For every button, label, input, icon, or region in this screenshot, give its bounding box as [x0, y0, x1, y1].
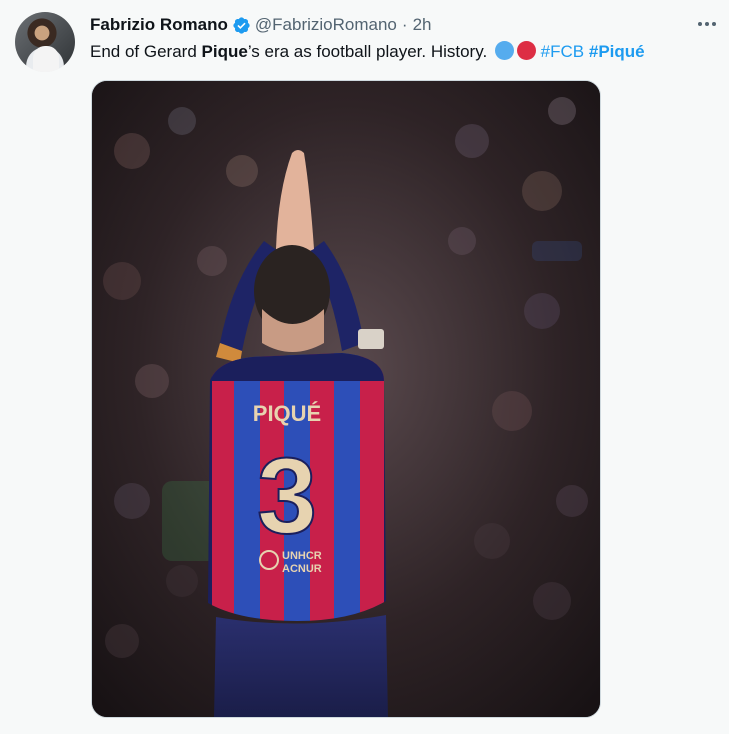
tweet-photo[interactable]: PIQUÉ 3 UNHCR ACNUR: [91, 80, 601, 718]
avatar[interactable]: [15, 12, 75, 72]
timestamp[interactable]: 2h: [413, 15, 432, 35]
sponsor-line1: UNHCR: [282, 550, 322, 562]
text-end: ’s era as football player. History.: [247, 42, 488, 61]
verified-badge-icon: [233, 16, 250, 34]
author-handle[interactable]: @FabrizioRomano: [255, 15, 397, 35]
shirt-name: PIQUÉ: [253, 401, 321, 426]
author-name[interactable]: Fabrizio Romano: [90, 15, 228, 35]
tweet-text: End of Gerard Pique’s era as football pl…: [90, 41, 645, 63]
tweet-header: Fabrizio Romano @FabrizioRomano · 2h: [90, 14, 431, 36]
shirt-number: 3: [257, 435, 317, 556]
blue-circle-icon: [494, 41, 514, 60]
text-bold: Pique: [201, 42, 248, 61]
photo-illustration: PIQUÉ 3 UNHCR ACNUR: [92, 81, 600, 717]
more-options-icon[interactable]: [695, 12, 719, 36]
hashtag-fcb[interactable]: #FCB: [541, 42, 584, 61]
sponsor-line2: ACNUR: [282, 563, 322, 575]
hashtag-pique[interactable]: #Piqué: [589, 42, 645, 61]
separator-dot: ·: [401, 15, 408, 34]
tweet[interactable]: Fabrizio Romano @FabrizioRomano · 2h End…: [0, 0, 729, 734]
red-circle-icon: [516, 41, 536, 60]
text-start: End of Gerard: [90, 42, 202, 61]
